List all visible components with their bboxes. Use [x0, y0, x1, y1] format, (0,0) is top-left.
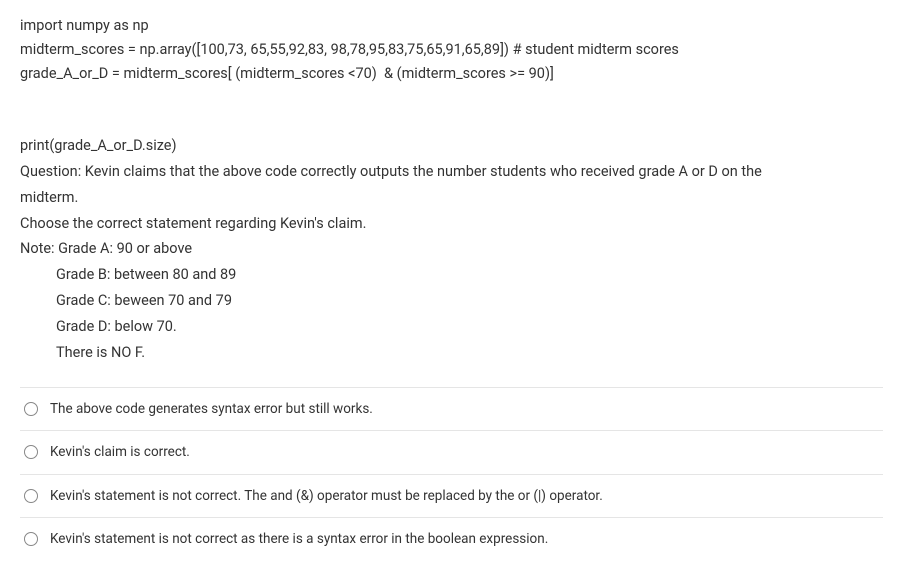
- option-4[interactable]: Kevin's statement is not correct as ther…: [20, 517, 883, 560]
- grade-d: Grade D: below 70.: [20, 315, 883, 339]
- grade-c: Grade C: beween 70 and 79: [20, 289, 883, 313]
- code-block: import numpy as np midterm_scores = np.a…: [20, 14, 883, 86]
- option-2[interactable]: Kevin's claim is correct.: [20, 430, 883, 473]
- radio-icon[interactable]: [24, 402, 38, 416]
- option-2-label: Kevin's claim is correct.: [50, 441, 879, 463]
- radio-icon[interactable]: [24, 532, 38, 546]
- code-line-3: grade_A_or_D = midterm_scores[ (midterm_…: [20, 62, 883, 86]
- option-4-label: Kevin's statement is not correct as ther…: [50, 528, 879, 550]
- code-line-2: midterm_scores = np.array([100,73, 65,55…: [20, 38, 883, 62]
- option-1-label: The above code generates syntax error bu…: [50, 398, 879, 420]
- code-line-1: import numpy as np: [20, 14, 883, 38]
- no-f: There is NO F.: [20, 341, 883, 365]
- question-block: print(grade_A_or_D.size) Question: Kevin…: [20, 134, 883, 365]
- grade-b: Grade B: between 80 and 89: [20, 263, 883, 287]
- answer-options: The above code generates syntax error bu…: [20, 387, 883, 560]
- note-grade-a: Note: Grade A: 90 or above: [20, 237, 883, 261]
- radio-icon[interactable]: [24, 445, 38, 459]
- question-prompt-2: midterm.: [20, 186, 883, 210]
- choose-statement: Choose the correct statement regarding K…: [20, 212, 883, 236]
- option-3-label: Kevin's statement is not correct. The an…: [50, 485, 879, 507]
- option-1[interactable]: The above code generates syntax error bu…: [20, 387, 883, 430]
- question-prompt-1: Question: Kevin claims that the above co…: [20, 160, 883, 184]
- radio-icon[interactable]: [24, 489, 38, 503]
- option-3[interactable]: Kevin's statement is not correct. The an…: [20, 474, 883, 517]
- print-line: print(grade_A_or_D.size): [20, 134, 883, 158]
